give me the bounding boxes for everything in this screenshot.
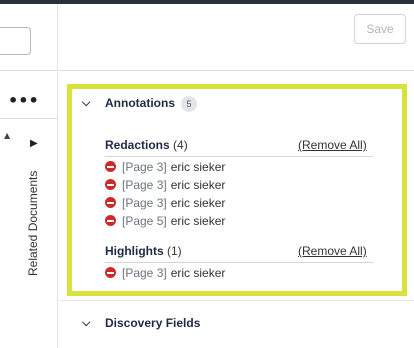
left-input-field[interactable] xyxy=(0,27,31,55)
annotations-panel: ⌵ Annotations 5 Redactions (4) (Remove A… xyxy=(67,84,407,296)
annotations-title[interactable]: Annotations xyxy=(105,96,175,110)
page-ref: [Page 5] xyxy=(122,214,167,228)
author: eric sieker xyxy=(170,196,226,210)
author: eric sieker xyxy=(170,214,226,228)
remove-all-highlights-link[interactable]: (Remove All) xyxy=(298,244,367,258)
left-divider xyxy=(0,118,58,119)
related-documents-tab[interactable]: ▶ Related Documents xyxy=(26,134,46,276)
save-button[interactable]: Save xyxy=(354,14,406,44)
scroll-up-arrow-icon[interactable]: ▲ xyxy=(4,131,10,140)
more-options-button[interactable]: ••• xyxy=(8,93,39,109)
toolbar-divider xyxy=(59,70,414,71)
remove-all-redactions-link[interactable]: (Remove All) xyxy=(298,138,367,152)
list-item[interactable]: [Page 3] eric sieker xyxy=(105,265,225,281)
list-item[interactable]: [Page 3] eric sieker xyxy=(105,177,225,193)
chevron-down-icon[interactable]: ⌵ xyxy=(82,96,90,110)
section-divider xyxy=(59,300,414,301)
remove-icon[interactable] xyxy=(105,161,116,172)
highlights-count: (1) xyxy=(167,244,182,258)
expand-arrow-icon: ▶ xyxy=(30,138,38,149)
page-ref: [Page 3] xyxy=(122,160,167,174)
left-divider xyxy=(0,70,58,71)
remove-icon[interactable] xyxy=(105,179,116,190)
highlights-label: Highlights (1) xyxy=(105,244,182,258)
left-pane: ••• ▲ ▶ Related Documents xyxy=(0,4,58,348)
discovery-fields-title[interactable]: Discovery Fields xyxy=(105,316,200,330)
redactions-label: Redactions (4) xyxy=(105,138,188,152)
remove-icon[interactable] xyxy=(105,267,116,278)
page-ref: [Page 3] xyxy=(122,178,167,192)
redactions-count: (4) xyxy=(173,138,188,152)
redactions-label-text: Redactions xyxy=(105,138,170,152)
list-item[interactable]: [Page 3] eric sieker xyxy=(105,159,225,175)
list-item[interactable]: [Page 3] eric sieker xyxy=(105,195,225,211)
redactions-divider xyxy=(105,156,373,157)
page-ref: [Page 3] xyxy=(122,196,167,210)
remove-icon[interactable] xyxy=(105,197,116,208)
annotations-count-badge: 5 xyxy=(181,96,197,112)
chevron-down-icon[interactable]: ⌵ xyxy=(82,316,90,330)
author: eric sieker xyxy=(170,266,226,280)
remove-icon[interactable] xyxy=(105,215,116,226)
author: eric sieker xyxy=(170,160,226,174)
highlights-divider xyxy=(105,262,373,263)
highlights-label-text: Highlights xyxy=(105,244,164,258)
author: eric sieker xyxy=(170,178,226,192)
page-ref: [Page 3] xyxy=(122,266,167,280)
related-documents-label: Related Documents xyxy=(26,170,40,276)
list-item[interactable]: [Page 5] eric sieker xyxy=(105,213,225,229)
